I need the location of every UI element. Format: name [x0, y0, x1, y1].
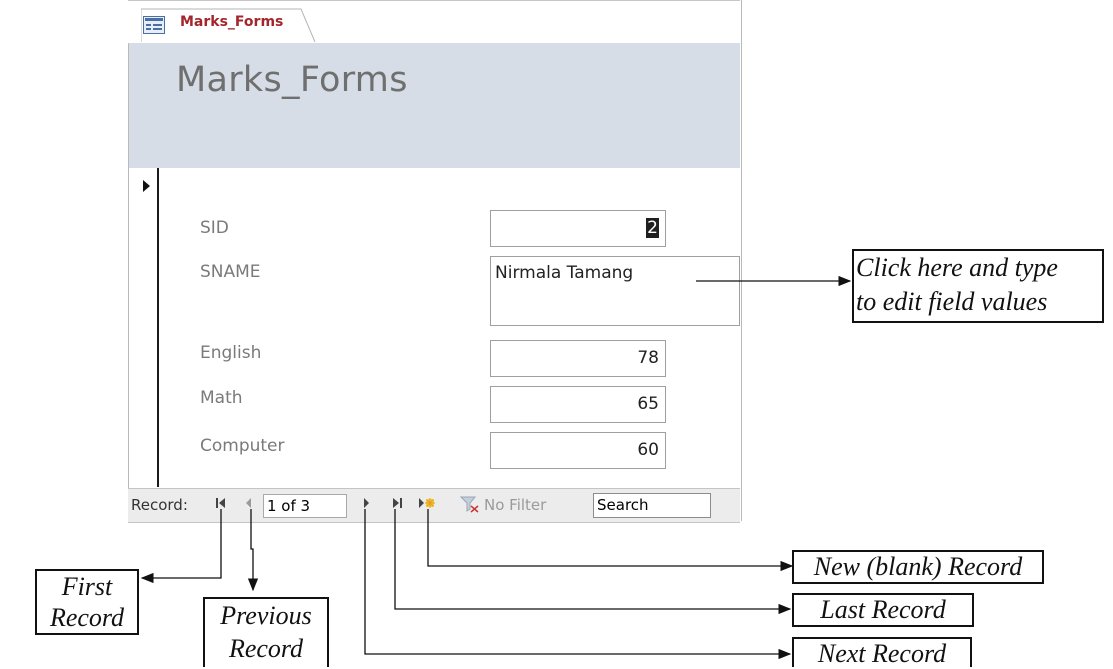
previous-record-callout: Previous Record — [203, 597, 329, 667]
previous-callout-line1: Previous — [220, 601, 312, 630]
first-callout-line2: Record — [49, 603, 125, 632]
edit-fields-callout: Click here and type to edit field values — [852, 249, 1104, 323]
edit-callout-line1: Click here and type — [856, 253, 1058, 282]
previous-callout-line2: Record — [228, 634, 304, 663]
next-record-callout: Next Record — [792, 637, 972, 668]
edit-callout-line2: to edit field values — [856, 287, 1048, 316]
new-record-callout: New (blank) Record — [792, 550, 1044, 584]
first-callout-line1: First — [61, 572, 113, 601]
last-record-callout: Last Record — [792, 593, 974, 627]
first-record-callout: First Record — [35, 569, 139, 635]
